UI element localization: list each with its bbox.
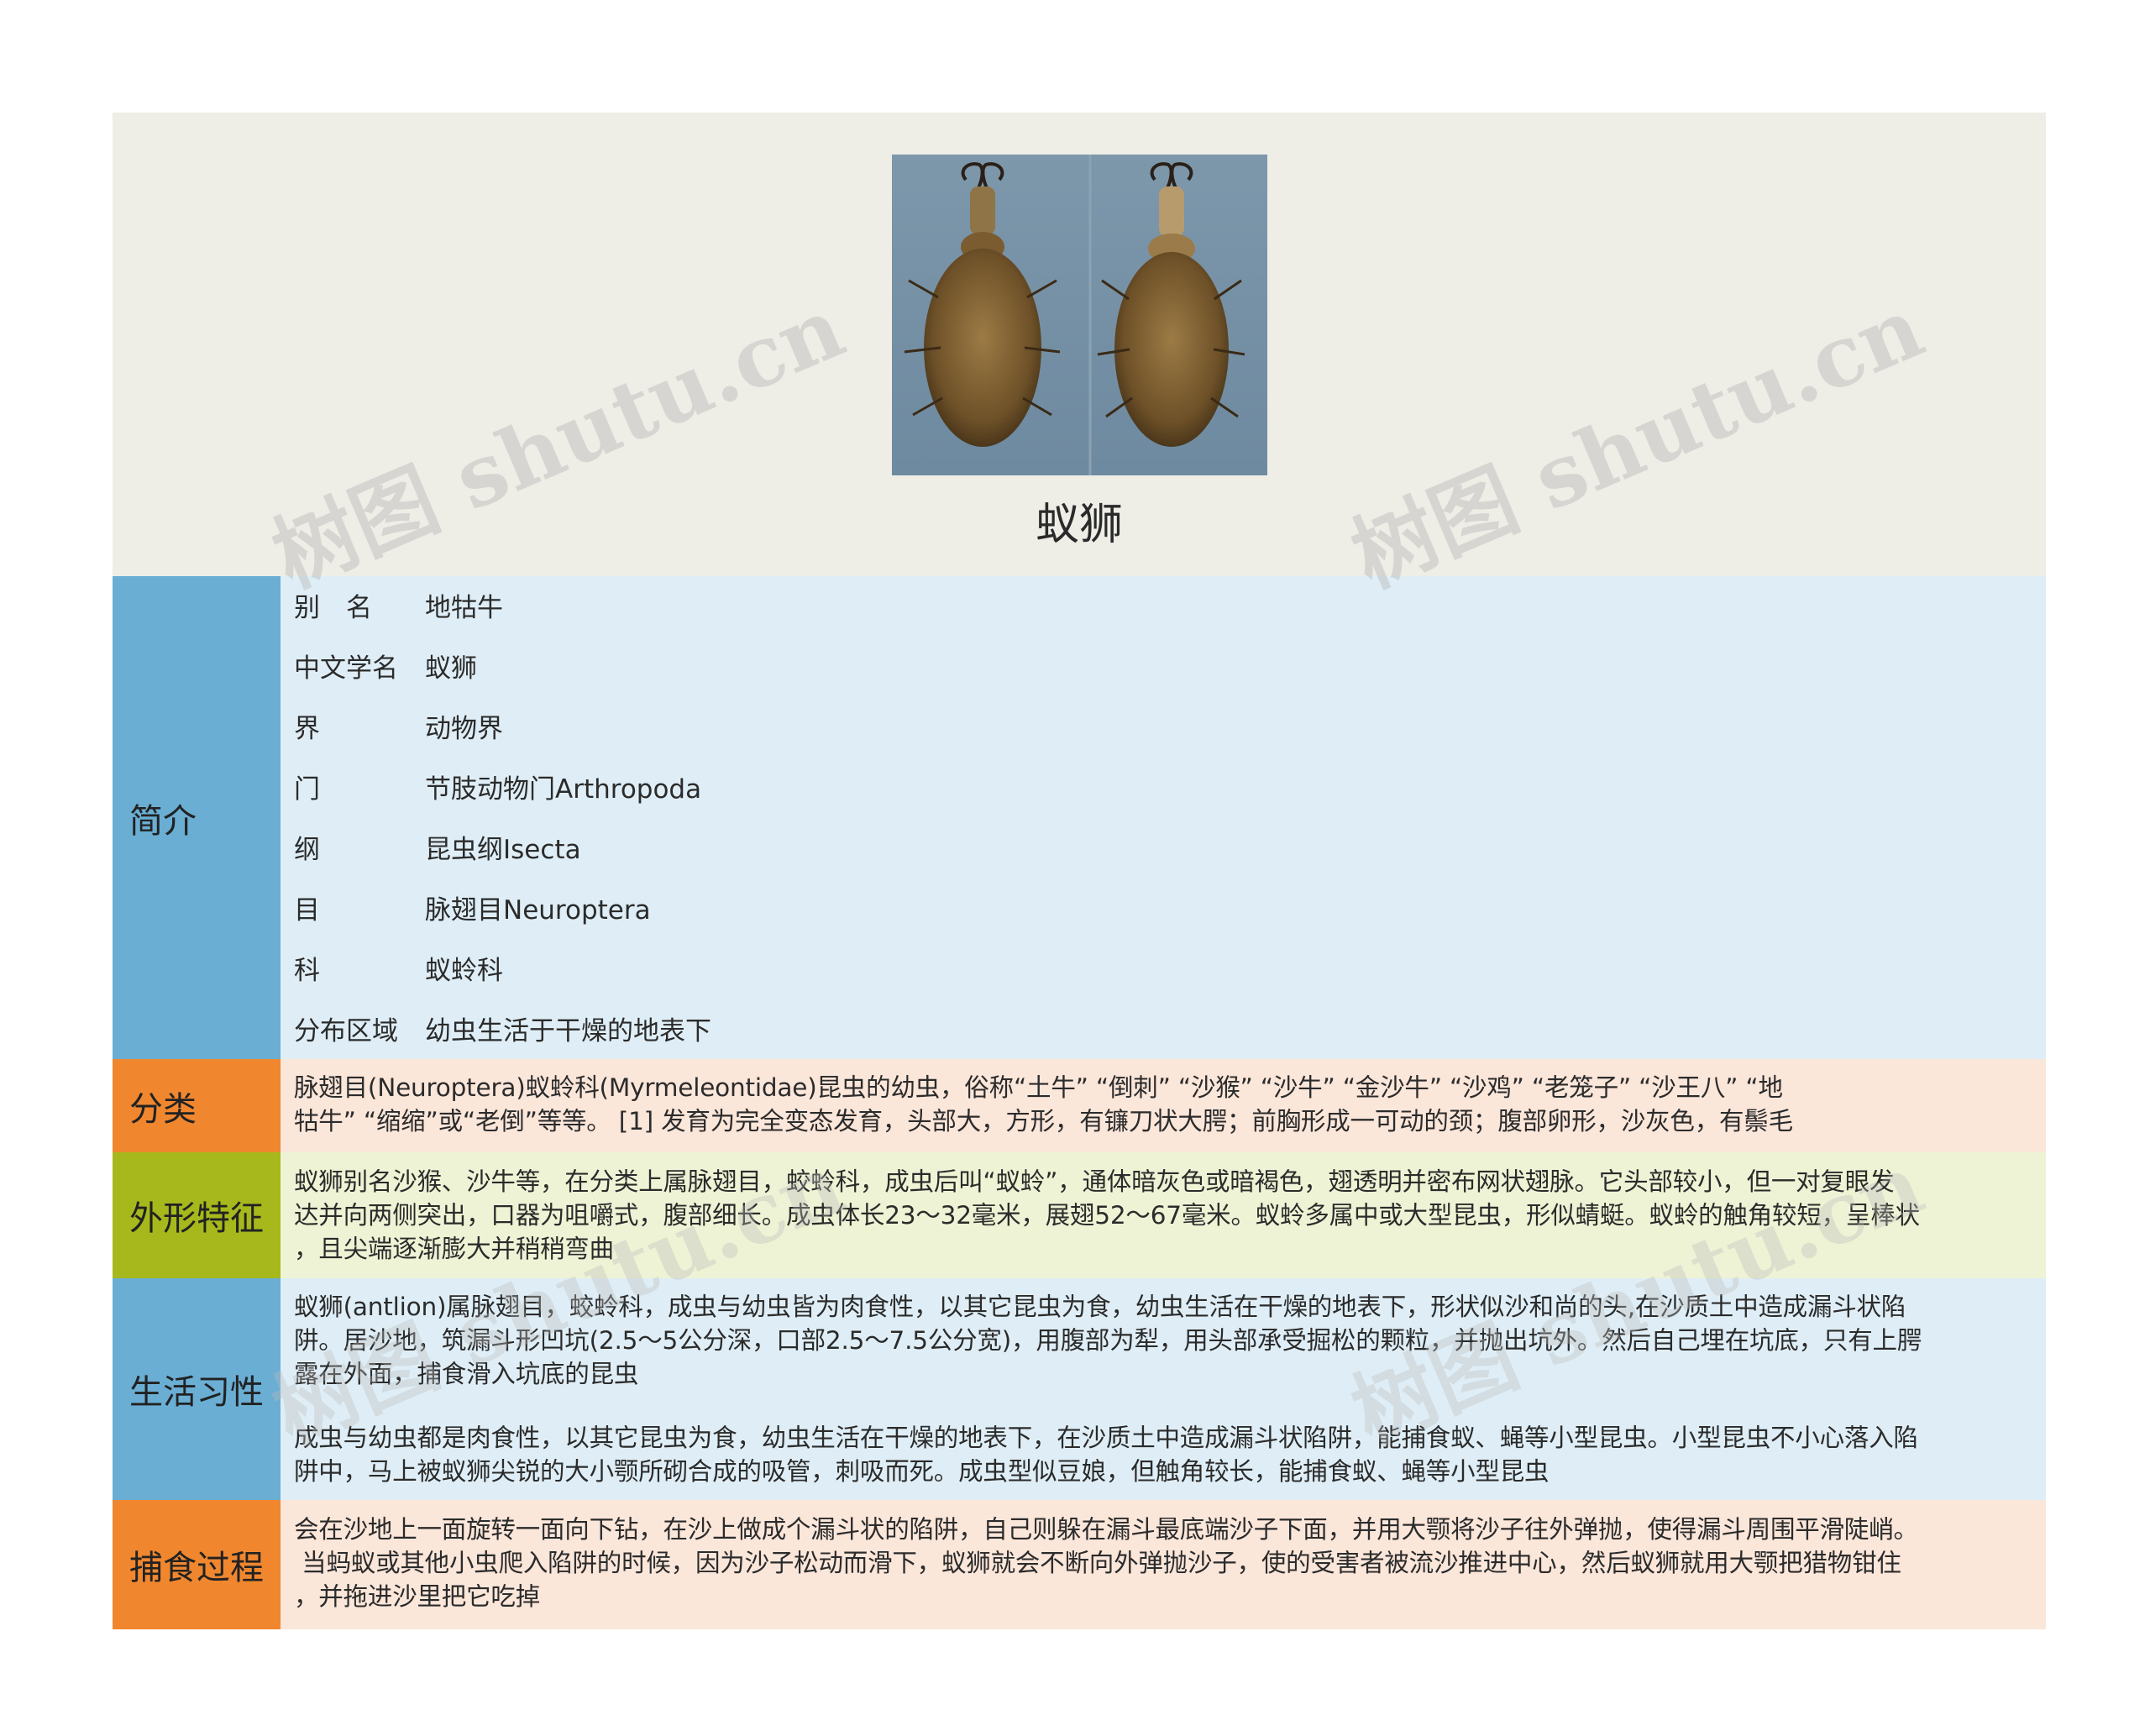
morphology-text: 蚁狮别名沙猴、沙牛等，在分类上属脉翅目，蛟蛉科，成虫后叫“蚁蛉”，通体暗灰色或暗…: [294, 1167, 1920, 1263]
antlion-photo: [892, 155, 1267, 475]
row-key: 纲: [294, 835, 320, 865]
row-value: 节肢动物门Arthropoda: [425, 774, 702, 805]
section-label-predation: 捕食过程: [113, 1500, 281, 1629]
section-label-intro: 简介: [113, 576, 281, 1059]
section-body-morphology: 蚁狮别名沙猴、沙牛等，在分类上属脉翅目，蛟蛉科，成虫后叫“蚁蛉”，通体暗灰色或暗…: [281, 1152, 2046, 1278]
row-value: 幼虫生活于干燥的地表下: [425, 1016, 711, 1046]
row-key: 分布区域: [294, 1016, 398, 1046]
intro-row-order: 目 脉翅目Neuroptera: [294, 889, 651, 926]
classification-label-text: 分类: [129, 1089, 197, 1129]
habits-text-2: 成虫与幼虫都是肉食性，以其它昆虫为食，幼虫生活在干燥的地表下，在沙质土中造成漏斗…: [294, 1424, 1918, 1486]
row-key: 界: [294, 714, 320, 744]
intro-row-phylum: 门 节肢动物门Arthropoda: [294, 768, 701, 805]
intro-row-class: 纲 昆虫纲Isecta: [294, 828, 581, 866]
row-value: 蚁狮: [425, 653, 477, 684]
section-label-classification: 分类: [113, 1059, 281, 1152]
section-label-morphology: 外形特征: [113, 1152, 281, 1278]
section-body-classification: 脉翅目(Neuroptera)蚁蛉科(Myrmeleontidae)昆虫的幼虫，…: [281, 1059, 2046, 1152]
row-key: 别 名: [294, 593, 372, 623]
intro-row-kingdom: 界 动物界: [294, 707, 503, 745]
row-key: 中文学名: [294, 653, 398, 684]
section-body-predation: 会在沙地上一面旋转一面向下钻，在沙上做成个漏斗状的陷阱，自己则躲在漏斗最底端沙子…: [281, 1500, 2046, 1629]
intro-label-text: 简介: [129, 801, 197, 841]
classification-text: 脉翅目(Neuroptera)蚁蛉科(Myrmeleontidae)昆虫的幼虫，…: [294, 1073, 1793, 1135]
habits-label-text: 生活习性: [129, 1373, 264, 1412]
row-key: 门: [294, 774, 320, 805]
intro-row-alias: 别 名 地牯牛: [294, 586, 503, 624]
intro-row-chinese-name: 中文学名 蚁狮: [294, 647, 477, 684]
predation-text: 会在沙地上一面旋转一面向下钻，在沙上做成个漏斗状的陷阱，自己则躲在漏斗最底端沙子…: [294, 1515, 1918, 1611]
row-value: 地牯牛: [425, 593, 503, 623]
row-value: 脉翅目Neuroptera: [425, 895, 651, 926]
section-label-habits: 生活习性: [113, 1278, 281, 1500]
row-value: 蚁蛉科: [425, 956, 503, 986]
intro-row-distribution: 分布区域 幼虫生活于干燥的地表下: [294, 1010, 711, 1047]
row-value: 昆虫纲Isecta: [425, 835, 581, 865]
morphology-label-text: 外形特征: [129, 1199, 264, 1238]
habits-text-1: 蚁狮(antlion)属脉翅目，蛟蛉科，成虫与幼虫皆为肉食性，以其它昆虫为食，幼…: [294, 1293, 1922, 1388]
row-value: 动物界: [425, 714, 503, 744]
predation-label-text: 捕食过程: [129, 1549, 264, 1587]
row-key: 目: [294, 895, 320, 926]
intro-row-family: 科 蚁蛉科: [294, 949, 503, 987]
section-body-intro: 别 名 地牯牛 中文学名 蚁狮 界 动物界 门 节肢动物门Arthropoda 纲 昆虫纲…: [281, 576, 2046, 1059]
row-key: 科: [294, 956, 320, 986]
header-panel: 蚁狮: [113, 113, 2046, 576]
mindmap-card: 蚁狮 简介 别 名地牯牛 中文学名 蚁狮 界动物界 门节肢动物门Arthropod…: [113, 113, 2046, 1629]
section-body-habits: 蚁狮(antlion)属脉翅目，蛟蛉科，成虫与幼虫皆为肉食性，以其它昆虫为食，幼…: [281, 1278, 2046, 1500]
page-title: 蚁狮: [1035, 500, 1123, 550]
